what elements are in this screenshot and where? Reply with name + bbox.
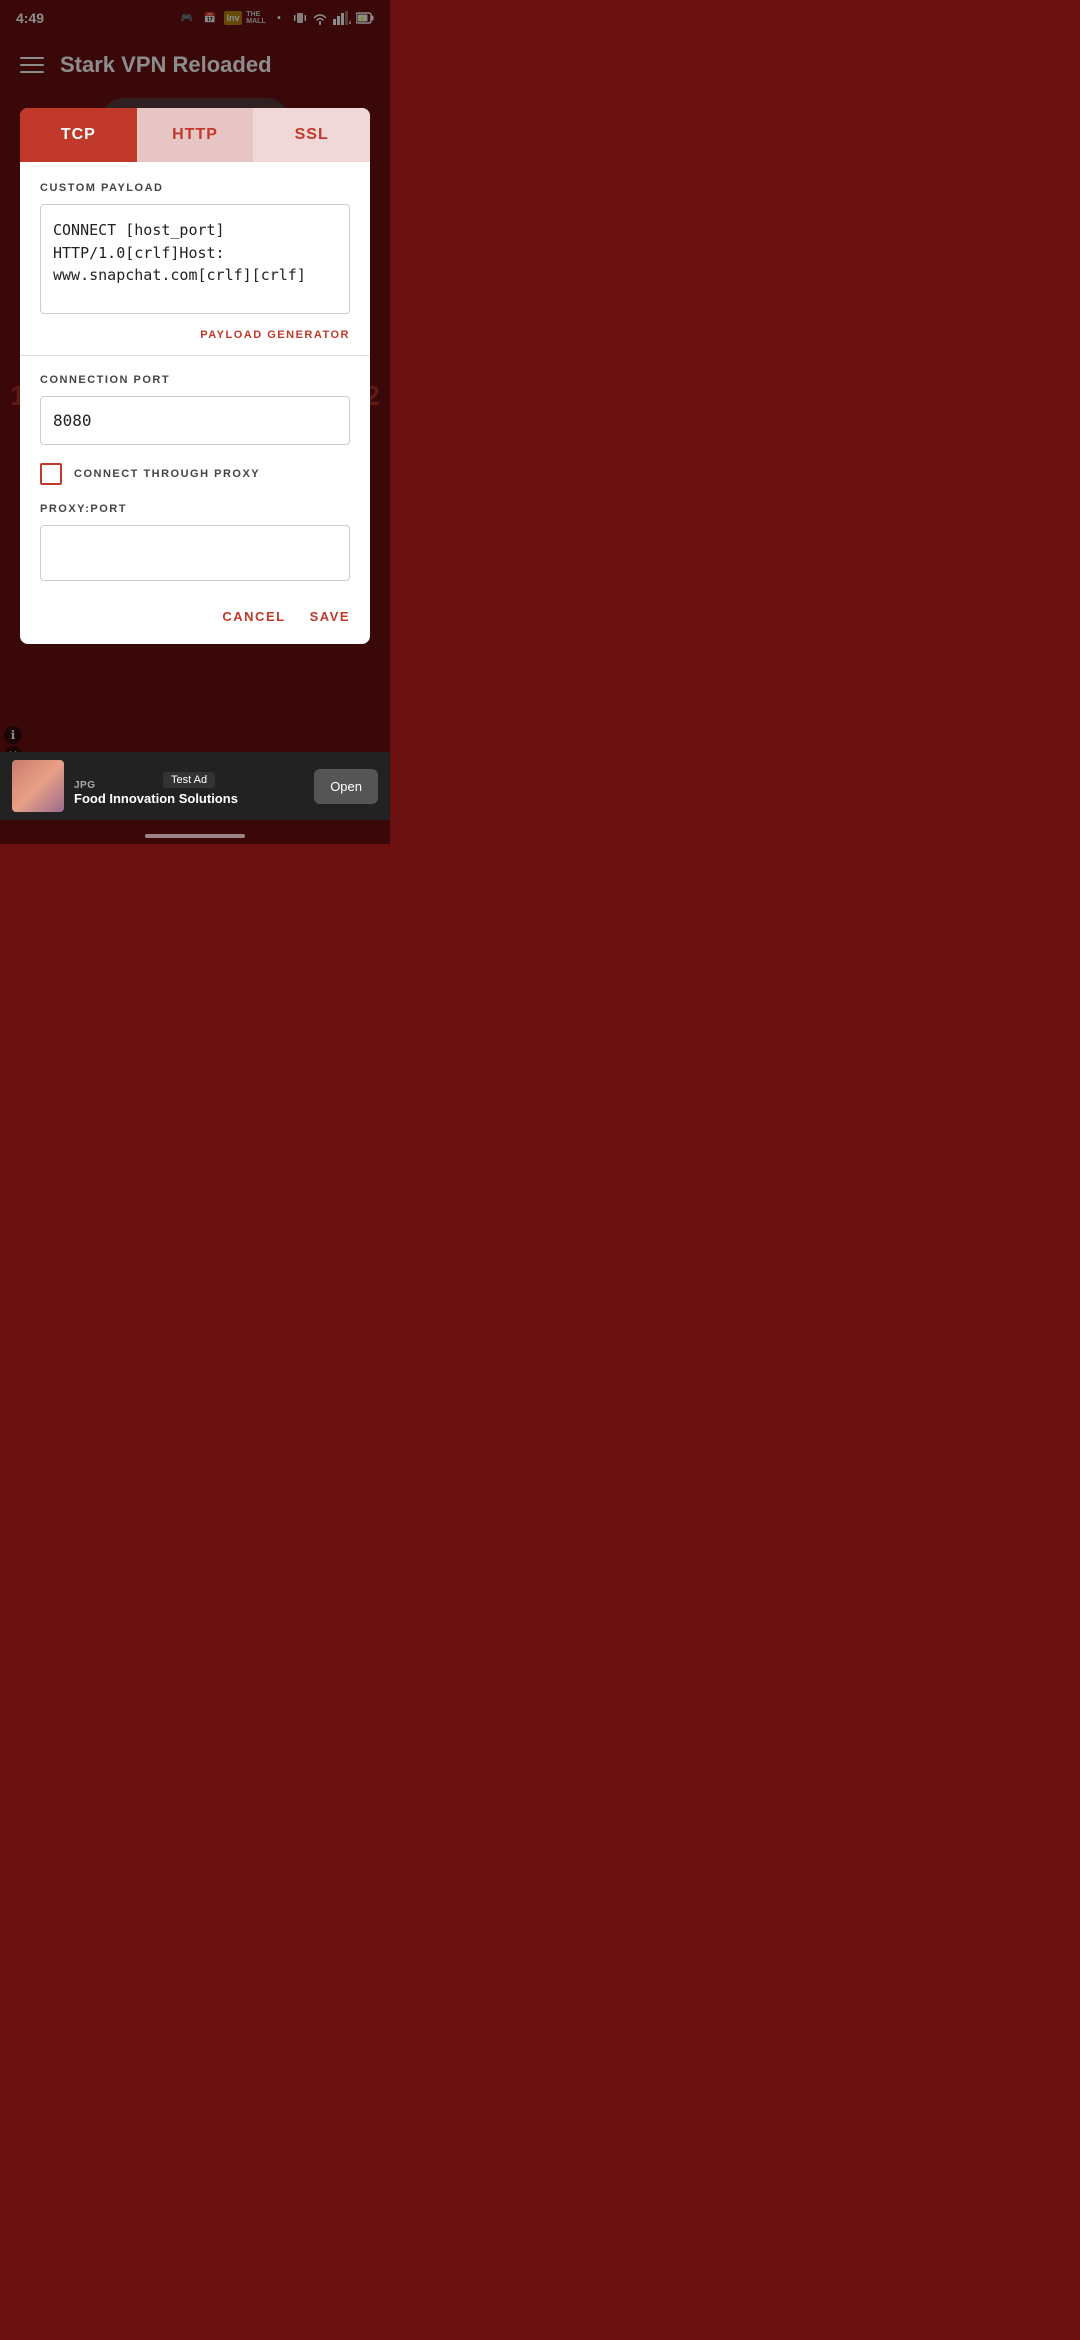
cancel-button[interactable]: CANCEL xyxy=(222,609,285,624)
save-button[interactable]: SAVE xyxy=(310,609,350,624)
dialog: TCP HTTP SSL CUSTOM PAYLOAD CONNECT [hos… xyxy=(20,108,370,644)
bottom-ad: Test Ad JPG Food Innovation Solutions Op… xyxy=(0,752,390,820)
proxy-port-section: PROXY:PORT xyxy=(40,485,350,581)
ad-title: Food Innovation Solutions xyxy=(74,791,304,808)
ad-thumbnail xyxy=(12,760,64,812)
connect-through-proxy-row[interactable]: CONNECT THROUGH PROXY xyxy=(40,445,350,485)
custom-payload-label: CUSTOM PAYLOAD xyxy=(40,182,350,194)
tab-http[interactable]: HTTP xyxy=(137,108,254,162)
tab-ssl[interactable]: SSL xyxy=(253,108,370,162)
ad-test-badge: Test Ad xyxy=(163,772,215,788)
payload-generator-button[interactable]: PAYLOAD GENERATOR xyxy=(200,329,350,341)
connection-port-label: CONNECTION PORT xyxy=(40,374,350,386)
dialog-body: CUSTOM PAYLOAD CONNECT [host_port] HTTP/… xyxy=(20,162,370,589)
connect-through-proxy-label: CONNECT THROUGH PROXY xyxy=(74,468,260,480)
tab-tcp[interactable]: TCP xyxy=(20,108,137,162)
connect-through-proxy-checkbox[interactable] xyxy=(40,463,62,485)
ad-info: Test Ad JPG Food Innovation Solutions xyxy=(74,764,304,808)
custom-payload-input[interactable]: CONNECT [host_port] HTTP/1.0[crlf]Host: … xyxy=(40,204,350,314)
proxy-port-label: PROXY:PORT xyxy=(40,503,350,515)
tab-bar: TCP HTTP SSL xyxy=(20,108,370,162)
home-indicator xyxy=(145,834,245,838)
ad-thumbnail-image xyxy=(12,760,64,812)
payload-generator-row: PAYLOAD GENERATOR xyxy=(40,319,350,355)
connection-port-section: CONNECTION PORT xyxy=(40,356,350,445)
connection-port-input[interactable] xyxy=(40,396,350,445)
proxy-port-input[interactable] xyxy=(40,525,350,581)
dialog-actions: CANCEL SAVE xyxy=(20,589,370,644)
ad-open-button[interactable]: Open xyxy=(314,769,378,804)
